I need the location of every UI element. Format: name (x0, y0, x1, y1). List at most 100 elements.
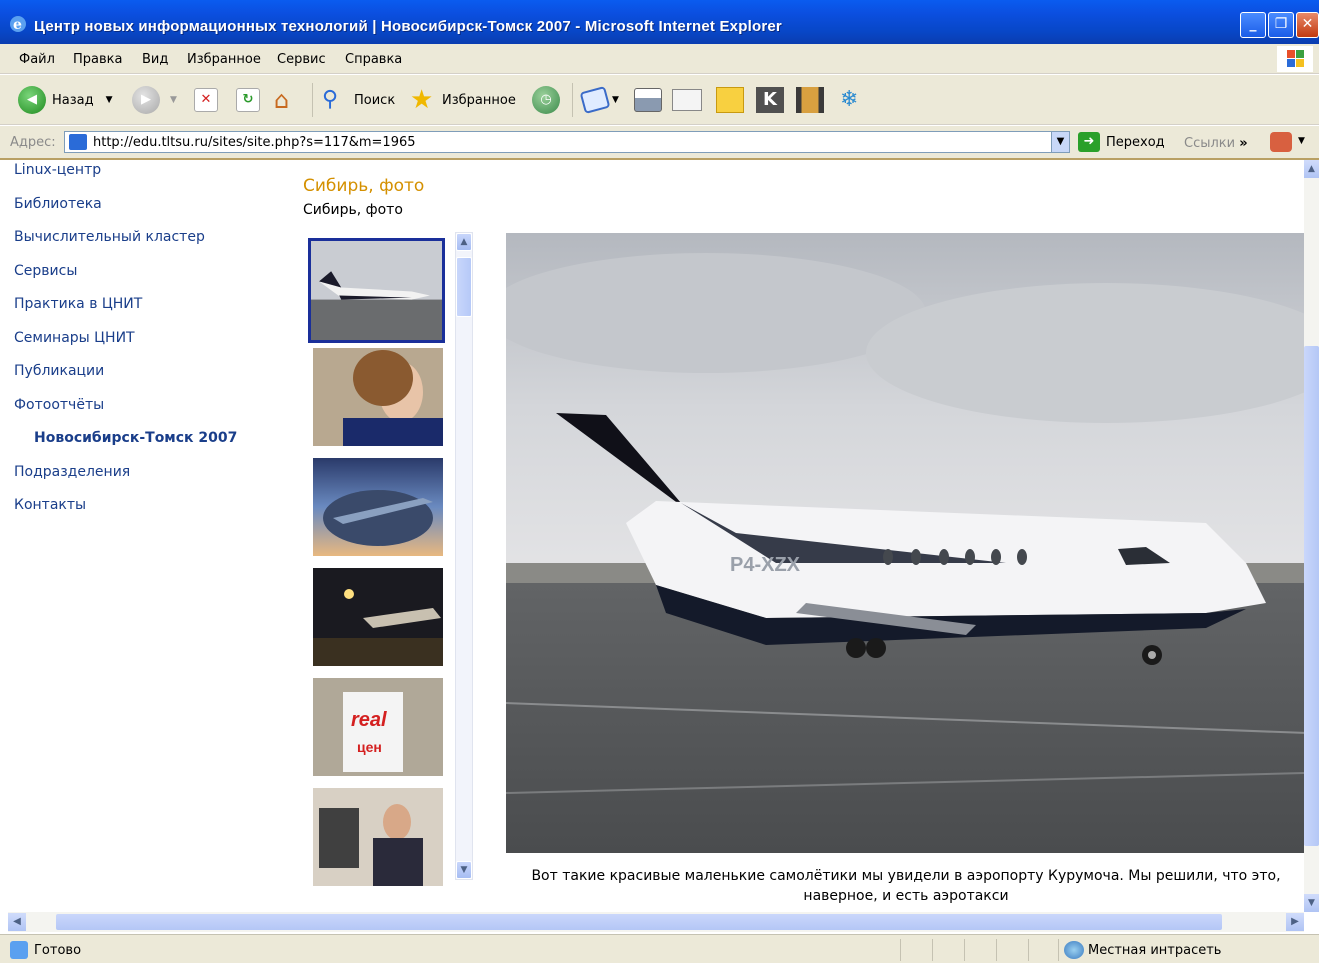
menu-view[interactable]: Вид (142, 52, 168, 67)
status-divider (900, 939, 901, 961)
printer-icon (634, 88, 662, 112)
thumbnail-strip: real цен ▲ ▼ (305, 232, 477, 886)
history-button[interactable]: ◷ (532, 85, 560, 115)
search-icon: ⚲ (322, 87, 339, 112)
menu-help[interactable]: Справка (345, 52, 402, 67)
horizontal-scrollbar[interactable]: ◀ ▶ (8, 912, 1304, 932)
horizontal-scroll-thumb[interactable] (56, 914, 1222, 930)
mail-button[interactable]: ▼ (579, 85, 619, 115)
status-divider (996, 939, 997, 961)
favorites-button[interactable]: ★ Избранное (410, 85, 516, 115)
address-dropdown-icon[interactable]: ▼ (1051, 132, 1069, 152)
k-button[interactable]: K (756, 85, 784, 115)
nav-item-practice[interactable]: Практика в ЦНИТ (14, 296, 142, 312)
status-divider (1058, 939, 1059, 961)
address-input[interactable]: http://edu.tltsu.ru/sites/site.php?s=117… (64, 131, 1070, 153)
status-divider (932, 939, 933, 961)
close-button[interactable]: ✕ (1296, 12, 1319, 38)
svg-text:цен: цен (357, 739, 382, 755)
thumbnail-real-bag[interactable]: real цен (313, 678, 443, 776)
svg-text:e: e (13, 17, 22, 33)
note-button[interactable] (716, 85, 744, 115)
status-divider (1028, 939, 1029, 961)
status-bar: Готово Местная интрасеть (0, 934, 1319, 963)
nav-item-publications[interactable]: Публикации (14, 363, 104, 379)
status-divider (964, 939, 965, 961)
menu-tools[interactable]: Сервис (277, 52, 326, 67)
k-app-icon: K (756, 87, 784, 113)
translate-icon[interactable] (1270, 132, 1292, 152)
home-button[interactable]: ⌂ (274, 85, 302, 115)
stop-icon: ✕ (194, 88, 218, 112)
main-photo[interactable]: P4-XZX (506, 233, 1304, 853)
scroll-left-icon[interactable]: ◀ (8, 913, 26, 931)
mail-icon (579, 86, 611, 114)
gallery-heading: Сибирь, фото (303, 176, 425, 196)
back-arrow-icon: ◀ (18, 86, 46, 114)
vertical-scroll-thumb[interactable] (1304, 346, 1319, 846)
refresh-icon: ↻ (236, 88, 260, 112)
thumbnail-woman[interactable] (313, 348, 443, 446)
media-button[interactable] (796, 85, 824, 115)
home-icon: ⌂ (274, 86, 290, 114)
go-label: Переход (1106, 134, 1165, 150)
history-icon: ◷ (532, 86, 560, 114)
film-icon (796, 87, 824, 113)
restore-button[interactable]: ❐ (1268, 12, 1294, 38)
nav-item-services[interactable]: Сервисы (14, 263, 77, 279)
refresh-button[interactable]: ↻ (236, 85, 260, 115)
thumbnail-plane[interactable] (308, 238, 445, 343)
thumbnail-wing[interactable] (313, 458, 443, 556)
intranet-zone-icon (1064, 941, 1084, 959)
scroll-right-icon[interactable]: ▶ (1286, 913, 1304, 931)
messenger-button[interactable]: ❄ (840, 85, 870, 115)
messenger-icon: ❄ (840, 87, 859, 112)
links-button[interactable]: Ссылки » (1184, 136, 1248, 151)
status-text: Готово (34, 943, 82, 958)
nav-item-departments[interactable]: Подразделения (14, 464, 130, 480)
nav-item-cluster[interactable]: Вычислительный кластер (14, 229, 205, 245)
print-button[interactable] (634, 85, 662, 115)
window-title: Центр новых информационных технологий | … (34, 18, 782, 35)
nav-item-contacts[interactable]: Контакты (14, 497, 86, 513)
thumbnail-scrollbar[interactable]: ▲ ▼ (455, 232, 473, 880)
nav-subitem-novosibirsk-tomsk[interactable]: Новосибирск-Томск 2007 (34, 430, 237, 446)
thumbnail-night-plane[interactable] (313, 568, 443, 666)
back-label: Назад (52, 92, 94, 108)
menu-edit[interactable]: Правка (73, 52, 122, 67)
page-icon (69, 134, 87, 150)
thumbnail-man[interactable] (313, 788, 443, 886)
security-zone-label: Местная интрасеть (1088, 943, 1222, 958)
translate-dropdown-icon[interactable]: ▼ (1298, 136, 1305, 146)
search-button[interactable]: ⚲ Поиск (322, 85, 395, 115)
edit-button[interactable] (672, 85, 702, 115)
thumbnail-scroll-thumb[interactable] (456, 257, 472, 317)
menu-file[interactable]: Файл (19, 52, 55, 67)
toolbar: ◀ Назад ▼ ▶ ▼ ✕ ↻ ⌂ ⚲ Поиск ★ Избранное … (0, 75, 1319, 125)
toolbar-separator (572, 83, 573, 117)
stop-button[interactable]: ✕ (194, 85, 218, 115)
menu-favorites[interactable]: Избранное (187, 52, 261, 67)
windows-logo-icon (1277, 46, 1313, 72)
back-dropdown-icon[interactable]: ▼ (106, 95, 113, 105)
scroll-down-icon[interactable]: ▼ (1304, 894, 1319, 912)
links-label: Ссылки (1184, 136, 1236, 151)
forward-button[interactable]: ▶ ▼ (132, 85, 177, 115)
title-bar: e Центр новых информационных технологий … (0, 0, 1319, 44)
back-button[interactable]: ◀ Назад ▼ (18, 85, 113, 115)
nav-item-photoreports[interactable]: Фотоотчёты (14, 397, 104, 413)
scroll-up-icon[interactable]: ▲ (456, 233, 472, 251)
svg-text:real: real (351, 709, 387, 731)
minimize-button[interactable]: _ (1240, 12, 1266, 38)
nav-item-seminars[interactable]: Семинары ЦНИТ (14, 330, 135, 346)
scroll-down-icon[interactable]: ▼ (456, 861, 472, 879)
nav-item-library[interactable]: Библиотека (14, 196, 102, 212)
address-label: Адрес: (10, 135, 56, 150)
vertical-scrollbar[interactable]: ▲ ▼ (1304, 160, 1319, 912)
forward-dropdown-icon[interactable]: ▼ (170, 95, 177, 105)
scroll-up-icon[interactable]: ▲ (1304, 160, 1319, 178)
menu-bar: Файл Правка Вид Избранное Сервис Справка (0, 44, 1319, 74)
nav-item-linux[interactable]: Linux-центр (14, 162, 101, 178)
go-button[interactable]: ➜ Переход (1078, 132, 1165, 152)
search-label: Поиск (354, 92, 396, 108)
